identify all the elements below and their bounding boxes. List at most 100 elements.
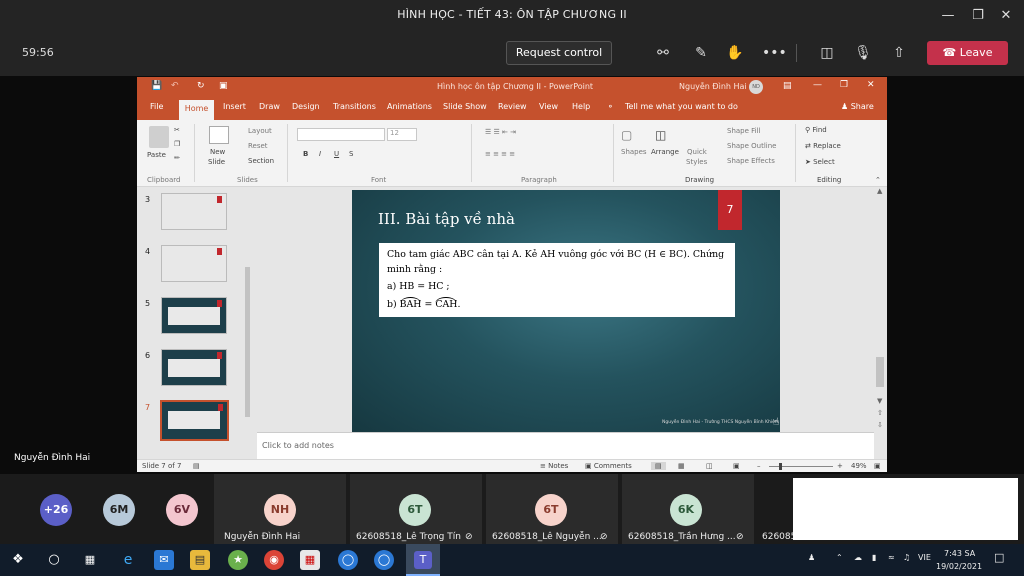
mail-icon[interactable]: ✉ — [154, 550, 174, 570]
slide-thumbnail[interactable] — [161, 193, 227, 230]
app-icon[interactable]: ◯ — [338, 550, 358, 570]
notes-pane[interactable]: Click to add notes — [257, 432, 874, 459]
clock-date[interactable]: 19/02/2021 — [936, 562, 982, 571]
minimize-icon[interactable]: — — [938, 6, 958, 26]
arrange-button[interactable]: Arrange — [651, 148, 679, 156]
new-slide-icon[interactable] — [209, 126, 229, 144]
tab-view[interactable]: View — [539, 102, 558, 111]
scroll-down-icon[interactable]: ▼ — [877, 397, 882, 405]
format-painter-icon[interactable]: ✏ — [174, 154, 180, 162]
volume-icon[interactable]: ♫ — [903, 553, 910, 562]
next-slide-icon[interactable]: ⇩ — [877, 421, 883, 429]
normal-view-icon[interactable]: ▤ — [651, 462, 666, 470]
request-control-button[interactable]: Request control — [506, 41, 612, 65]
prev-slide-icon[interactable]: ⇧ — [877, 409, 883, 417]
participant-avatar[interactable]: 6V — [166, 494, 198, 526]
reset-button[interactable]: Reset — [248, 142, 268, 150]
tab-slide-show[interactable]: Slide Show — [443, 102, 487, 111]
more-participants-badge[interactable]: +26 — [40, 494, 72, 526]
comments-toggle[interactable]: ▣ Comments — [585, 462, 632, 470]
app-icon[interactable]: ◯ — [374, 550, 394, 570]
reading-view-icon[interactable]: ◫ — [706, 462, 713, 470]
shape-outline-button[interactable]: Shape Outline — [727, 142, 776, 150]
shape-fill-button[interactable]: Shape Fill — [727, 127, 761, 135]
tab-draw[interactable]: Draw — [259, 102, 280, 111]
quick-styles-label2[interactable]: Styles — [686, 158, 707, 166]
avatar[interactable]: ND — [749, 80, 763, 94]
tab-insert[interactable]: Insert — [223, 102, 246, 111]
save-icon[interactable]: 💾 — [151, 81, 162, 91]
shape-effects-button[interactable]: Shape Effects — [727, 157, 775, 165]
select-button[interactable]: ➤ Select — [805, 158, 835, 166]
people-icon[interactable]: ⚯ — [654, 44, 672, 62]
zoom-level[interactable]: 49% — [851, 462, 867, 470]
new-slide-label2[interactable]: Slide — [208, 158, 225, 166]
bold-icon[interactable]: B — [303, 150, 308, 158]
leave-button[interactable]: ☎ Leave — [927, 41, 1008, 65]
tab-animations[interactable]: Animations — [387, 102, 432, 111]
slideshow-view-icon[interactable]: ▣ — [733, 462, 740, 470]
edge-icon[interactable]: e — [118, 550, 138, 570]
share-tray-icon[interactable]: ⇧ — [890, 44, 908, 62]
shapes-button[interactable]: Shapes — [621, 148, 647, 156]
thumbnail-scrollbar[interactable] — [243, 187, 252, 459]
input-language[interactable]: VIE — [918, 553, 931, 562]
tab-help[interactable]: Help — [572, 102, 590, 111]
quick-styles-button[interactable]: Quick — [687, 148, 707, 156]
font-name-box[interactable] — [297, 128, 385, 141]
tab-home[interactable]: Home — [179, 100, 214, 120]
more-icon[interactable]: ••• — [762, 44, 787, 62]
bullets-icon[interactable]: ☰ ☰ ⇤ ⇥ — [485, 128, 516, 136]
redo-icon[interactable]: ↻ — [197, 81, 205, 91]
undo-icon[interactable]: ↶ — [171, 81, 179, 91]
chrome-icon[interactable]: ◉ — [264, 550, 284, 570]
clock-time[interactable]: 7:43 SA — [944, 549, 975, 558]
tell-me-search[interactable]: Tell me what you want to do — [625, 102, 738, 111]
zoom-in-icon[interactable]: + — [837, 462, 843, 470]
align-icons[interactable]: ≡ ≡ ≡ ≡ — [485, 150, 515, 158]
slide-thumbnail[interactable] — [161, 297, 227, 334]
teams-taskbar-icon[interactable]: T — [406, 544, 440, 576]
ppt-minimize-icon[interactable]: — — [813, 80, 822, 90]
task-view-icon[interactable]: ▦ — [80, 550, 100, 570]
zoom-slider-thumb[interactable] — [779, 463, 782, 470]
restore-icon[interactable]: ❐ — [968, 6, 988, 26]
tab-review[interactable]: Review — [498, 102, 527, 111]
tab-transitions[interactable]: Transitions — [333, 102, 376, 111]
camera-off-icon[interactable]: ◫ — [818, 44, 836, 62]
tab-file[interactable]: File — [150, 102, 163, 111]
font-size-box[interactable]: 12 — [387, 128, 417, 141]
chat-icon[interactable]: ✎ — [692, 44, 710, 62]
slide-thumbnail-active[interactable] — [160, 400, 229, 441]
tab-design[interactable]: Design — [292, 102, 320, 111]
windows-start-icon[interactable]: ❖ — [8, 550, 28, 570]
current-slide[interactable]: III. Bài tập về nhà 7 Cho tam giác ABC c… — [352, 190, 780, 432]
replace-button[interactable]: ⇄ Replace — [805, 142, 841, 150]
zoom-out-icon[interactable]: – — [757, 462, 761, 470]
scroll-up-icon[interactable]: ▲ — [877, 187, 882, 195]
underline-icon[interactable]: U — [334, 150, 339, 158]
section-button[interactable]: Section — [248, 157, 274, 165]
find-button[interactable]: ⚲ Find — [805, 126, 827, 134]
app-icon[interactable]: ★ — [228, 550, 248, 570]
notification-icon[interactable]: □ — [994, 551, 1004, 564]
scroll-thumb[interactable] — [876, 357, 884, 387]
fit-slide-icon[interactable]: ▣ — [874, 462, 881, 470]
wifi-icon[interactable]: ≈ — [888, 553, 895, 562]
spelling-icon[interactable]: ▤ — [193, 462, 200, 470]
cut-icon[interactable]: ✂ — [174, 126, 180, 134]
slide-thumbnail[interactable] — [161, 349, 227, 386]
cloud-icon[interactable]: ☁ — [854, 553, 862, 562]
ribbon-display-icon[interactable]: ▤ — [783, 81, 792, 91]
shapes-icon[interactable]: ▢ — [621, 128, 632, 142]
layout-button[interactable]: Layout — [248, 127, 272, 135]
shadow-icon[interactable]: S — [349, 150, 353, 158]
exercise-text-box[interactable]: Cho tam giác ABC cân tại A. Kẻ AH vuông … — [379, 243, 735, 317]
app-icon[interactable]: ▦ — [300, 550, 320, 570]
close-icon[interactable]: ✕ — [996, 6, 1016, 26]
raise-hand-icon[interactable]: ✋ — [726, 44, 744, 62]
battery-icon[interactable]: ▮ — [872, 553, 876, 562]
arrange-icon[interactable]: ◫ — [655, 128, 666, 142]
ppt-close-icon[interactable]: ✕ — [867, 80, 875, 90]
participant-avatar[interactable]: 6M — [103, 494, 135, 526]
